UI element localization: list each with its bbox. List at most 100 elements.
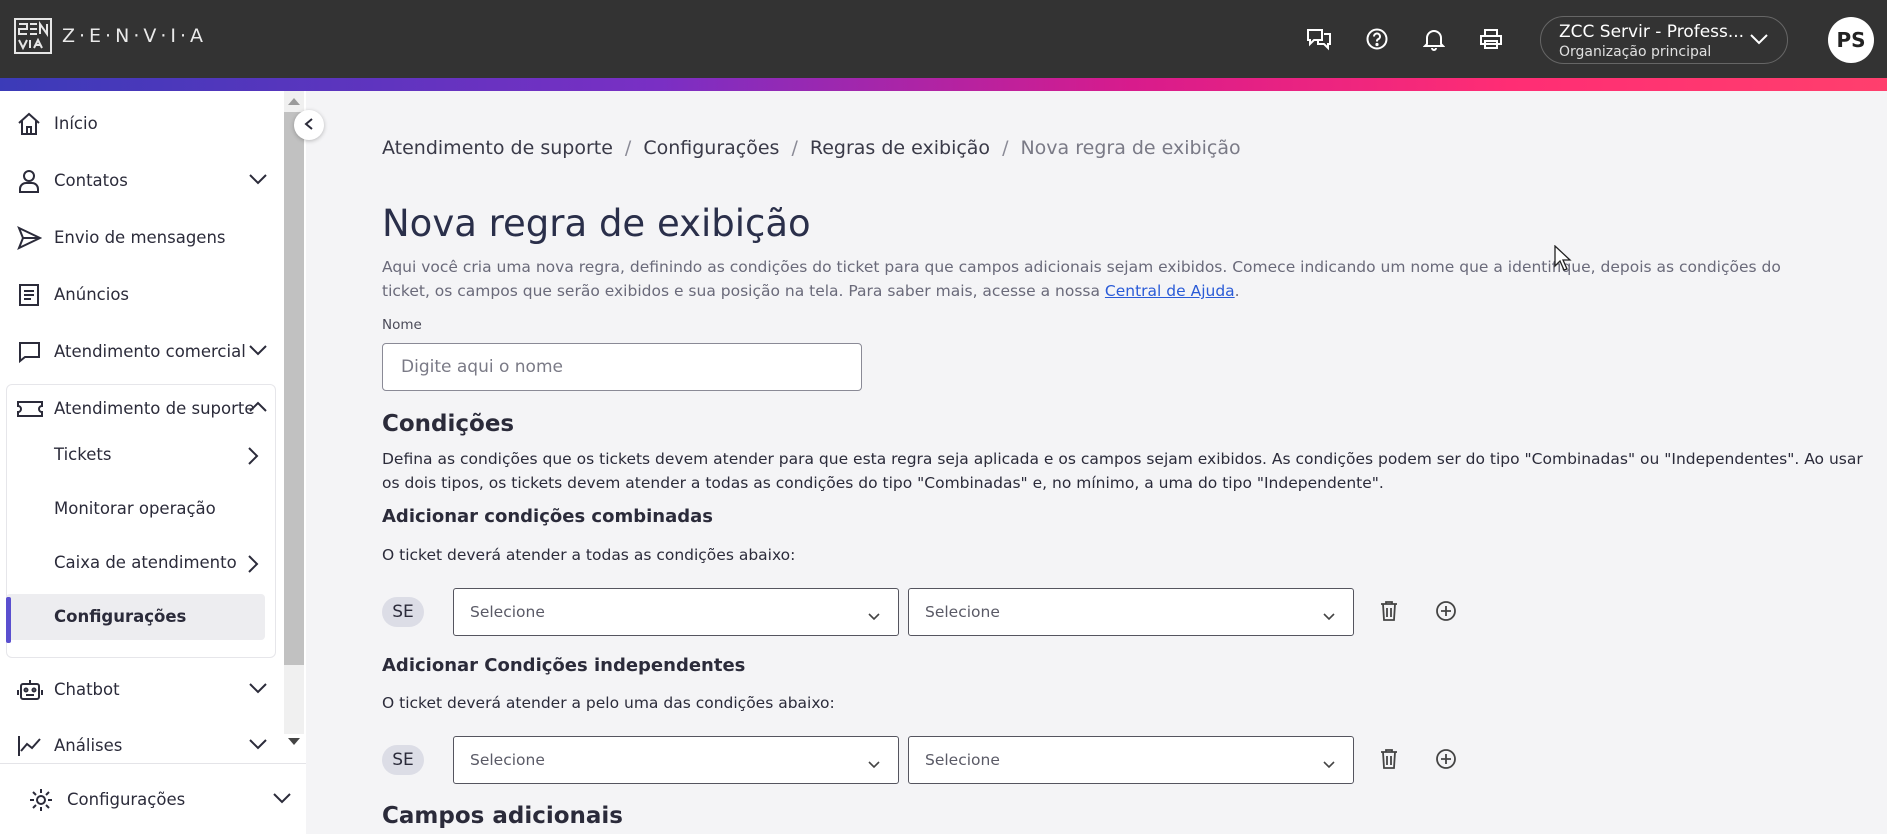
bell-icon[interactable]	[1417, 22, 1451, 56]
trash-icon	[1380, 748, 1398, 774]
breadcrumb-link[interactable]: Configurações	[643, 137, 779, 159]
chevron-right-icon	[246, 554, 260, 578]
independent-condition-row: SE Selecione Selecione	[382, 736, 1456, 784]
chat-bubbles-icon[interactable]	[1302, 22, 1336, 56]
zenvia-logo[interactable]: Z·E·N·V·I·A	[14, 18, 207, 54]
combined-condition-row: SE Selecione Selecione	[382, 588, 1456, 636]
sidebar-item-envio-de-mensagens[interactable]: Envio de mensagens	[0, 212, 282, 262]
breadcrumb-link[interactable]: Regras de exibição	[810, 137, 990, 159]
combined-conditions-hint: O ticket deverá atender a todas as condi…	[382, 546, 796, 564]
select-value: Selecione	[925, 603, 1000, 621]
sidebar-item-label: Contatos	[54, 170, 128, 190]
breadcrumb: Atendimento de suporte / Configurações /…	[382, 137, 1241, 159]
sidebar-item-label: Chatbot	[54, 679, 120, 699]
sidebar-scrollbar-thumb[interactable]	[284, 112, 304, 665]
select-value: Selecione	[470, 751, 545, 769]
delete-condition-button[interactable]	[1376, 600, 1402, 626]
sidebar-item-label: Início	[54, 113, 98, 133]
conditions-title: Condições	[382, 411, 515, 437]
scroll-up-arrow-icon[interactable]	[288, 98, 300, 105]
scroll-down-arrow-icon[interactable]	[288, 738, 300, 745]
sidebar-item-label: Atendimento comercial	[54, 341, 246, 361]
conditions-description: Defina as condições que os tickets devem…	[382, 450, 1863, 492]
sidebar: Início Contatos Envio de mensagens Anúnc…	[0, 91, 306, 834]
add-condition-button[interactable]	[1433, 748, 1459, 774]
description-end: .	[1234, 282, 1240, 300]
sidebar-item-label: Análises	[54, 735, 123, 755]
chevron-down-icon	[868, 755, 880, 773]
sidebar-item-label: Configurações	[67, 789, 186, 809]
add-condition-button[interactable]	[1433, 600, 1459, 626]
combined-conditions-title: Adicionar condições combinadas	[382, 506, 713, 527]
plus-circle-icon	[1435, 600, 1457, 626]
sidebar-subitem-caixa-de-atendimento[interactable]: Caixa de atendimento	[0, 540, 282, 586]
zenvia-logo-mark-icon	[14, 18, 52, 54]
condition-se-badge: SE	[382, 745, 424, 775]
main-content: Atendimento de suporte / Configurações /…	[306, 91, 1887, 834]
trash-icon	[1380, 600, 1398, 626]
help-center-link[interactable]: Central de Ajuda	[1105, 282, 1235, 300]
printer-icon[interactable]	[1474, 22, 1508, 56]
chevron-down-icon	[1749, 31, 1769, 50]
sidebar-subitem-tickets[interactable]: Tickets	[0, 432, 282, 478]
condition-value-select[interactable]: Selecione	[908, 736, 1354, 784]
chevron-down-icon	[1323, 607, 1335, 625]
chevron-down-icon	[1323, 755, 1335, 773]
sidebar-item-label: Envio de mensagens	[54, 227, 226, 247]
name-field-label: Nome	[382, 317, 422, 333]
sidebar-subitem-configuracoes[interactable]: Configurações	[6, 594, 265, 640]
ticket-icon	[16, 396, 43, 422]
breadcrumb-link[interactable]: Atendimento de suporte	[382, 137, 613, 159]
sidebar-item-configuracoes-global[interactable]: Configurações	[0, 774, 291, 824]
organization-selector[interactable]: ZCC Servir - Profess... Organização prin…	[1540, 16, 1788, 64]
breadcrumb-separator: /	[791, 137, 798, 159]
independent-conditions-hint: O ticket deverá atender a pelo uma das c…	[382, 694, 835, 712]
sidebar-item-label: Atendimento de suporte	[54, 398, 255, 418]
page-description: Aqui você cria uma nova regra, definindo…	[382, 255, 1812, 303]
chevron-down-icon	[248, 342, 268, 361]
org-subtitle: Organização principal	[1559, 44, 1712, 60]
page-title: Nova regra de exibição	[382, 202, 811, 245]
sidebar-item-contatos[interactable]: Contatos	[0, 155, 282, 205]
chevron-up-icon	[248, 399, 268, 418]
org-name: ZCC Servir - Profess...	[1559, 22, 1745, 42]
sidebar-subitem-label: Monitorar operação	[54, 499, 216, 518]
sidebar-item-inicio[interactable]: Início	[0, 98, 282, 148]
top-bar: Z·E·N·V·I·A ZCC Servir - Profess... Orga…	[0, 0, 1887, 78]
chevron-down-icon	[868, 607, 880, 625]
help-icon[interactable]	[1360, 22, 1394, 56]
line-chart-icon	[16, 733, 42, 759]
breadcrumb-separator: /	[1002, 137, 1009, 159]
chevron-right-icon	[246, 446, 260, 470]
additional-fields-title: Campos adicionais	[382, 803, 623, 829]
sidebar-subitem-label: Configurações	[54, 607, 187, 626]
condition-field-select[interactable]: Selecione	[453, 736, 899, 784]
plus-circle-icon	[1435, 748, 1457, 774]
send-icon	[16, 225, 43, 251]
home-icon	[16, 111, 42, 137]
person-icon	[16, 168, 42, 194]
sidebar-item-label: Anúncios	[54, 284, 130, 304]
chevron-down-icon	[248, 736, 268, 755]
sidebar-item-anuncios[interactable]: Anúncios	[0, 269, 282, 319]
breadcrumb-current: Nova regra de exibição	[1020, 137, 1241, 159]
sidebar-subitem-label: Caixa de atendimento	[54, 553, 237, 572]
sidebar-item-atendimento-de-suporte[interactable]: Atendimento de suporte	[0, 383, 282, 433]
active-item-indicator	[6, 597, 11, 643]
sidebar-subitem-monitorar-operacao[interactable]: Monitorar operação	[0, 486, 282, 532]
chevron-down-icon	[248, 171, 268, 190]
delete-condition-button[interactable]	[1376, 748, 1402, 774]
breadcrumb-separator: /	[624, 137, 632, 159]
condition-se-badge: SE	[382, 597, 424, 627]
sidebar-item-atendimento-comercial[interactable]: Atendimento comercial	[0, 326, 282, 376]
condition-field-select[interactable]: Selecione	[453, 588, 899, 636]
sidebar-item-chatbot[interactable]: Chatbot	[0, 664, 282, 714]
sidebar-subitem-label: Tickets	[54, 445, 112, 464]
name-input[interactable]	[382, 343, 862, 391]
chevron-down-icon	[248, 680, 268, 699]
robot-icon	[16, 677, 43, 703]
independent-conditions-title: Adicionar Condições independentes	[382, 655, 746, 676]
mouse-cursor-icon	[1554, 244, 1572, 275]
user-avatar[interactable]: PS	[1828, 17, 1874, 63]
condition-value-select[interactable]: Selecione	[908, 588, 1354, 636]
